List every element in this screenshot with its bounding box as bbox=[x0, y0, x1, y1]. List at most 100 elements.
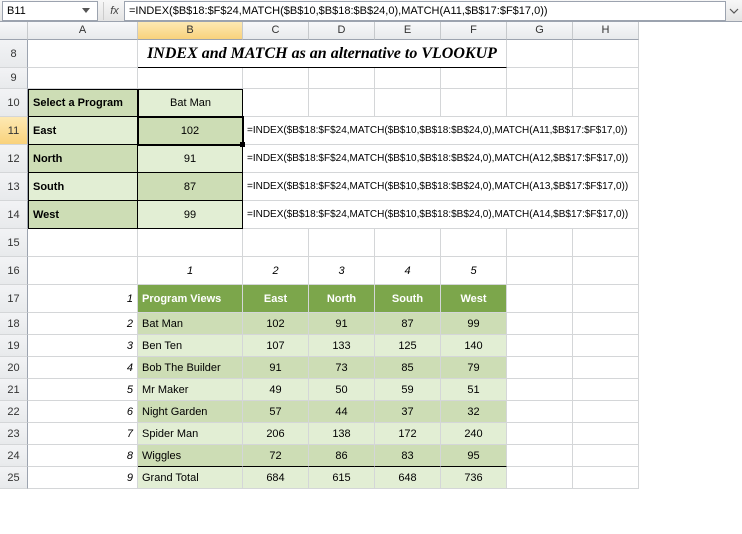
table-cell[interactable]: 206 bbox=[243, 423, 309, 445]
col-header[interactable]: E bbox=[375, 22, 441, 40]
grand-total-value[interactable]: 648 bbox=[375, 467, 441, 489]
row-index[interactable]: 8 bbox=[28, 445, 138, 467]
row-header[interactable]: 24 bbox=[0, 445, 28, 467]
cell[interactable] bbox=[309, 89, 375, 117]
col-header[interactable]: H bbox=[573, 22, 639, 40]
cell[interactable] bbox=[507, 313, 573, 335]
table-cell[interactable]: 107 bbox=[243, 335, 309, 357]
table-cell[interactable]: 85 bbox=[375, 357, 441, 379]
cell[interactable] bbox=[375, 89, 441, 117]
table-cell[interactable]: Bat Man bbox=[138, 313, 243, 335]
cell[interactable] bbox=[507, 335, 573, 357]
row-header[interactable]: 14 bbox=[0, 201, 28, 229]
cell[interactable] bbox=[507, 379, 573, 401]
table-cell[interactable]: 91 bbox=[309, 313, 375, 335]
cell[interactable] bbox=[507, 357, 573, 379]
cell[interactable] bbox=[507, 68, 573, 89]
table-cell[interactable]: Bob The Builder bbox=[138, 357, 243, 379]
cell[interactable] bbox=[573, 89, 639, 117]
row-index[interactable]: 4 bbox=[28, 357, 138, 379]
table-cell[interactable]: 172 bbox=[375, 423, 441, 445]
table-header[interactable]: East bbox=[243, 285, 309, 313]
grand-total-value[interactable]: 615 bbox=[309, 467, 375, 489]
cell[interactable] bbox=[573, 423, 639, 445]
col-header[interactable]: G bbox=[507, 22, 573, 40]
row-index[interactable]: 5 bbox=[28, 379, 138, 401]
cell[interactable] bbox=[507, 423, 573, 445]
row-index[interactable]: 9 bbox=[28, 467, 138, 489]
row-header[interactable]: 23 bbox=[0, 423, 28, 445]
cell[interactable] bbox=[573, 445, 639, 467]
grand-total-value[interactable]: 736 bbox=[441, 467, 507, 489]
cell[interactable] bbox=[507, 229, 573, 257]
table-cell[interactable]: Spider Man bbox=[138, 423, 243, 445]
cell[interactable] bbox=[507, 89, 573, 117]
lookup-value[interactable]: 91 bbox=[138, 145, 243, 173]
table-cell[interactable]: Ben Ten bbox=[138, 335, 243, 357]
table-header[interactable]: South bbox=[375, 285, 441, 313]
lookup-label[interactable]: East bbox=[28, 117, 138, 145]
row-header[interactable]: 20 bbox=[0, 357, 28, 379]
col-header[interactable]: B bbox=[138, 22, 243, 40]
chevron-down-icon[interactable] bbox=[79, 4, 93, 18]
col-header[interactable]: D bbox=[309, 22, 375, 40]
cell[interactable] bbox=[28, 257, 138, 285]
table-cell[interactable]: 73 bbox=[309, 357, 375, 379]
cell[interactable] bbox=[507, 467, 573, 489]
cell[interactable] bbox=[573, 401, 639, 423]
grand-total-label[interactable]: Grand Total bbox=[138, 467, 243, 489]
formula-display[interactable]: =INDEX($B$18:$F$24,MATCH($B$10,$B$18:$B$… bbox=[243, 173, 639, 201]
cell[interactable] bbox=[507, 401, 573, 423]
row-header[interactable]: 18 bbox=[0, 313, 28, 335]
table-cell[interactable]: Mr Maker bbox=[138, 379, 243, 401]
formula-display[interactable]: =INDEX($B$18:$F$24,MATCH($B$10,$B$18:$B$… bbox=[243, 117, 639, 145]
table-cell[interactable]: 138 bbox=[309, 423, 375, 445]
col-index[interactable]: 4 bbox=[375, 257, 441, 285]
name-box[interactable]: B11 bbox=[2, 1, 98, 21]
table-cell[interactable]: 44 bbox=[309, 401, 375, 423]
cell[interactable] bbox=[573, 68, 639, 89]
cell[interactable] bbox=[573, 379, 639, 401]
table-cell[interactable]: 91 bbox=[243, 357, 309, 379]
cell[interactable] bbox=[441, 229, 507, 257]
cell[interactable] bbox=[573, 257, 639, 285]
table-cell[interactable]: 51 bbox=[441, 379, 507, 401]
cell[interactable] bbox=[507, 445, 573, 467]
cell[interactable] bbox=[573, 467, 639, 489]
formula-display[interactable]: =INDEX($B$18:$F$24,MATCH($B$10,$B$18:$B$… bbox=[243, 145, 639, 173]
row-header[interactable]: 8 bbox=[0, 40, 28, 68]
row-header[interactable]: 15 bbox=[0, 229, 28, 257]
table-cell[interactable]: 102 bbox=[243, 313, 309, 335]
row-header[interactable]: 21 bbox=[0, 379, 28, 401]
cell[interactable] bbox=[573, 40, 639, 68]
cell[interactable] bbox=[28, 68, 138, 89]
expand-formula-bar-icon[interactable] bbox=[726, 6, 742, 16]
lookup-value-active[interactable]: 102 bbox=[138, 117, 243, 145]
grand-total-value[interactable]: 684 bbox=[243, 467, 309, 489]
cell[interactable] bbox=[309, 229, 375, 257]
row-header[interactable]: 11 bbox=[0, 117, 28, 145]
table-cell[interactable]: 57 bbox=[243, 401, 309, 423]
formula-input[interactable] bbox=[124, 1, 726, 21]
cell[interactable] bbox=[138, 229, 243, 257]
row-index[interactable]: 7 bbox=[28, 423, 138, 445]
row-header[interactable]: 17 bbox=[0, 285, 28, 313]
table-cell[interactable]: 49 bbox=[243, 379, 309, 401]
col-header[interactable]: A bbox=[28, 22, 138, 40]
formula-display[interactable]: =INDEX($B$18:$F$24,MATCH($B$10,$B$18:$B$… bbox=[243, 201, 639, 229]
row-index[interactable]: 6 bbox=[28, 401, 138, 423]
lookup-label[interactable]: West bbox=[28, 201, 138, 229]
cell[interactable] bbox=[243, 89, 309, 117]
lookup-value[interactable]: 87 bbox=[138, 173, 243, 201]
row-header[interactable]: 19 bbox=[0, 335, 28, 357]
cell[interactable] bbox=[441, 68, 507, 89]
table-cell[interactable]: 95 bbox=[441, 445, 507, 467]
col-index[interactable]: 5 bbox=[441, 257, 507, 285]
lookup-label[interactable]: South bbox=[28, 173, 138, 201]
row-header[interactable]: 10 bbox=[0, 89, 28, 117]
row-header[interactable]: 9 bbox=[0, 68, 28, 89]
row-header[interactable]: 13 bbox=[0, 173, 28, 201]
row-header[interactable]: 16 bbox=[0, 257, 28, 285]
cell[interactable] bbox=[375, 229, 441, 257]
cell[interactable] bbox=[573, 335, 639, 357]
